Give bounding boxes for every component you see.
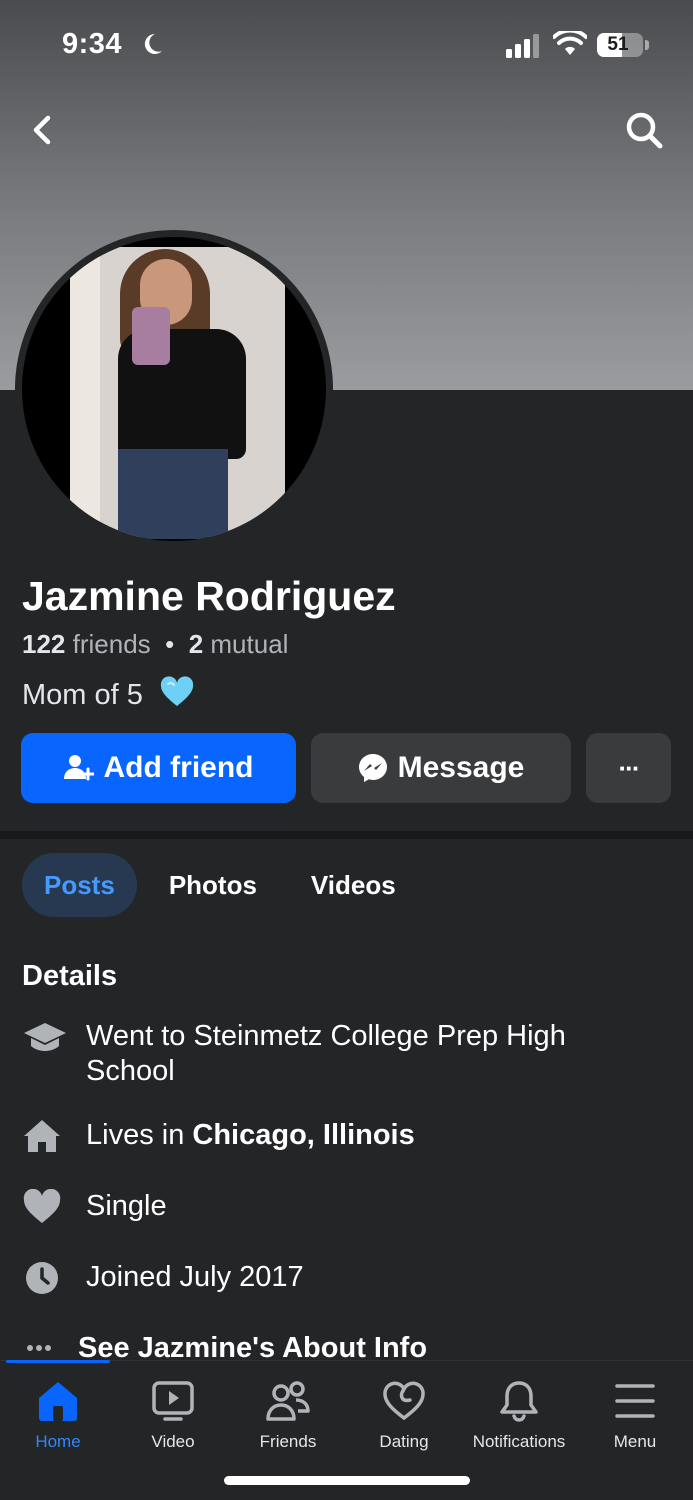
details-heading: Details (22, 960, 118, 992)
menu-icon (615, 1384, 655, 1418)
tab-videos[interactable]: Videos (289, 853, 418, 917)
friends-icon (266, 1381, 310, 1421)
add-person-icon (63, 755, 94, 781)
profile-bio: Mom of 5 (22, 676, 195, 712)
clock-icon (26, 1262, 58, 1294)
bio-text: Mom of 5 (22, 679, 143, 711)
graduation-cap-icon (24, 1023, 66, 1051)
more-options-button[interactable]: ··· (586, 733, 671, 803)
signal-icon (506, 34, 539, 58)
moon-icon (144, 33, 162, 54)
tab-photos[interactable]: Photos (147, 853, 279, 917)
nav-dating[interactable]: Dating (346, 1380, 462, 1452)
battery-icon: 51 (597, 33, 643, 57)
tab-posts[interactable]: Posts (22, 853, 137, 917)
profile-picture[interactable] (15, 230, 333, 548)
home-icon (39, 1382, 77, 1421)
light-blue-heart-emoji-icon (160, 676, 194, 706)
house-icon (24, 1120, 60, 1152)
nav-dating-label: Dating (379, 1432, 429, 1451)
location-prefix: Lives in (86, 1119, 193, 1151)
message-label: Message (397, 751, 525, 784)
relationship-text: Single (86, 1190, 167, 1222)
location-city[interactable]: Chicago, Illinois (192, 1119, 414, 1151)
status-time: 9:34 (62, 28, 123, 60)
nav-home-label: Home (35, 1432, 81, 1451)
nav-friends[interactable]: Friends (230, 1380, 346, 1452)
stats-separator: • (165, 629, 175, 659)
detail-joined[interactable]: Joined July 2017 (22, 1260, 662, 1296)
education-text: Went to Steinmetz College Prep High Scho… (86, 1020, 566, 1087)
mutual-count: 2 (188, 629, 204, 659)
dating-icon (383, 1381, 425, 1421)
messenger-icon (358, 754, 387, 782)
detail-education[interactable]: Went to Steinmetz College Prep High Scho… (22, 1019, 662, 1089)
more-options-icon: ··· (618, 752, 641, 783)
nav-home[interactable]: Home (0, 1380, 116, 1452)
nav-notifications-label: Notifications (472, 1432, 566, 1451)
video-icon (152, 1381, 194, 1421)
heart-icon (23, 1189, 61, 1223)
status-bar: 9:34 51 (0, 0, 693, 92)
nav-video-label: Video (151, 1432, 195, 1451)
add-friend-button[interactable]: Add friend (21, 733, 296, 803)
friends-label: friends (72, 629, 151, 659)
joined-text: Joined July 2017 (86, 1261, 304, 1293)
nav-notifications[interactable]: Notifications (461, 1380, 577, 1452)
profile-tabs: Posts Photos Videos (22, 853, 418, 917)
section-divider (0, 831, 693, 839)
search-icon[interactable] (622, 108, 666, 152)
detail-location[interactable]: Lives in Chicago, Illinois (22, 1118, 662, 1154)
profile-name: Jazmine Rodriguez (22, 573, 396, 619)
home-indicator (224, 1476, 470, 1485)
nav-menu[interactable]: Menu (577, 1380, 693, 1452)
nav-menu-label: Menu (613, 1432, 657, 1451)
friends-count: 122 (22, 629, 66, 659)
message-button[interactable]: Message (311, 733, 571, 803)
add-friend-label: Add friend (103, 751, 254, 784)
battery-level: 51 (607, 34, 629, 55)
detail-relationship[interactable]: Single (22, 1189, 662, 1225)
mutual-label: mutual (210, 629, 289, 659)
nav-friends-label: Friends (259, 1432, 317, 1451)
nav-video[interactable]: Video (115, 1380, 231, 1452)
bell-icon (500, 1381, 538, 1422)
friends-stats[interactable]: 122 friends • 2 mutual (22, 629, 288, 660)
location-text: Lives in Chicago, Illinois (86, 1118, 415, 1153)
active-tab-indicator (6, 1360, 110, 1363)
wifi-icon (553, 31, 587, 55)
back-arrow-icon[interactable] (24, 110, 64, 150)
